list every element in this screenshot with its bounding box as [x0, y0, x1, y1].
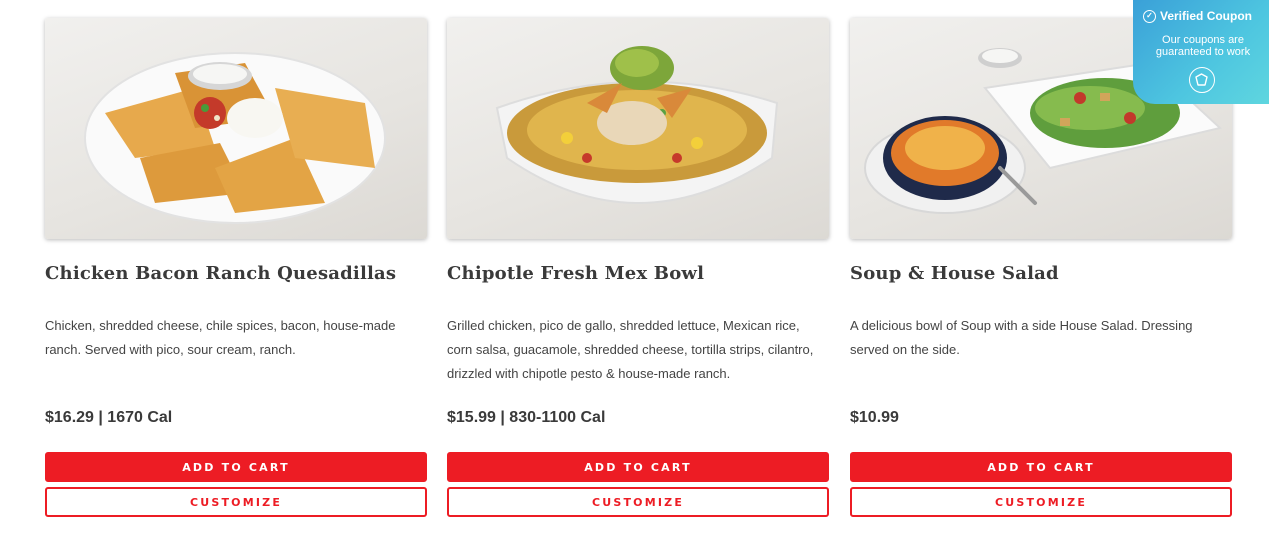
product-description: Chicken, shredded cheese, chile spices, … — [45, 318, 396, 357]
product-description: A delicious bowl of Soup with a side Hou… — [850, 318, 1193, 357]
add-to-cart-button[interactable]: ADD TO CART — [850, 452, 1232, 482]
menu-grid: Chicken Bacon Ranch Quesadillas Chicken,… — [0, 0, 1269, 536]
add-to-cart-button[interactable]: ADD TO CART — [45, 452, 427, 482]
coupon-header: ✓ Verified Coupon — [1143, 9, 1269, 23]
shield-icon — [1189, 67, 1215, 93]
product-image-quesadillas[interactable] — [45, 18, 427, 239]
product-title[interactable]: Soup & House Salad — [850, 263, 1232, 285]
product-card: Chipotle Fresh Mex Bowl Grilled chicken,… — [447, 18, 829, 517]
product-price: $10.99 — [850, 409, 899, 426]
product-description: Grilled chicken, pico de gallo, shredded… — [447, 318, 814, 381]
product-title[interactable]: Chipotle Fresh Mex Bowl — [447, 263, 829, 285]
product-price: $15.99 | 830-1100 Cal — [447, 409, 606, 426]
verified-coupon-badge[interactable]: ✓ Verified Coupon Our coupons are guaran… — [1133, 0, 1269, 104]
product-card: Chicken Bacon Ranch Quesadillas Chicken,… — [45, 18, 427, 517]
customize-button[interactable]: CUSTOMIZE — [45, 487, 427, 517]
coupon-title: Verified Coupon — [1160, 9, 1253, 23]
add-to-cart-button[interactable]: ADD TO CART — [447, 452, 829, 482]
check-circle-icon: ✓ — [1143, 9, 1156, 23]
product-title[interactable]: Chicken Bacon Ranch Quesadillas — [45, 263, 427, 285]
product-image-fresh-mex-bowl[interactable] — [447, 18, 829, 239]
coupon-subtitle: Our coupons are guaranteed to work — [1155, 34, 1251, 58]
product-price: $16.29 | 1670 Cal — [45, 409, 173, 426]
customize-button[interactable]: CUSTOMIZE — [447, 487, 829, 517]
customize-button[interactable]: CUSTOMIZE — [850, 487, 1232, 517]
